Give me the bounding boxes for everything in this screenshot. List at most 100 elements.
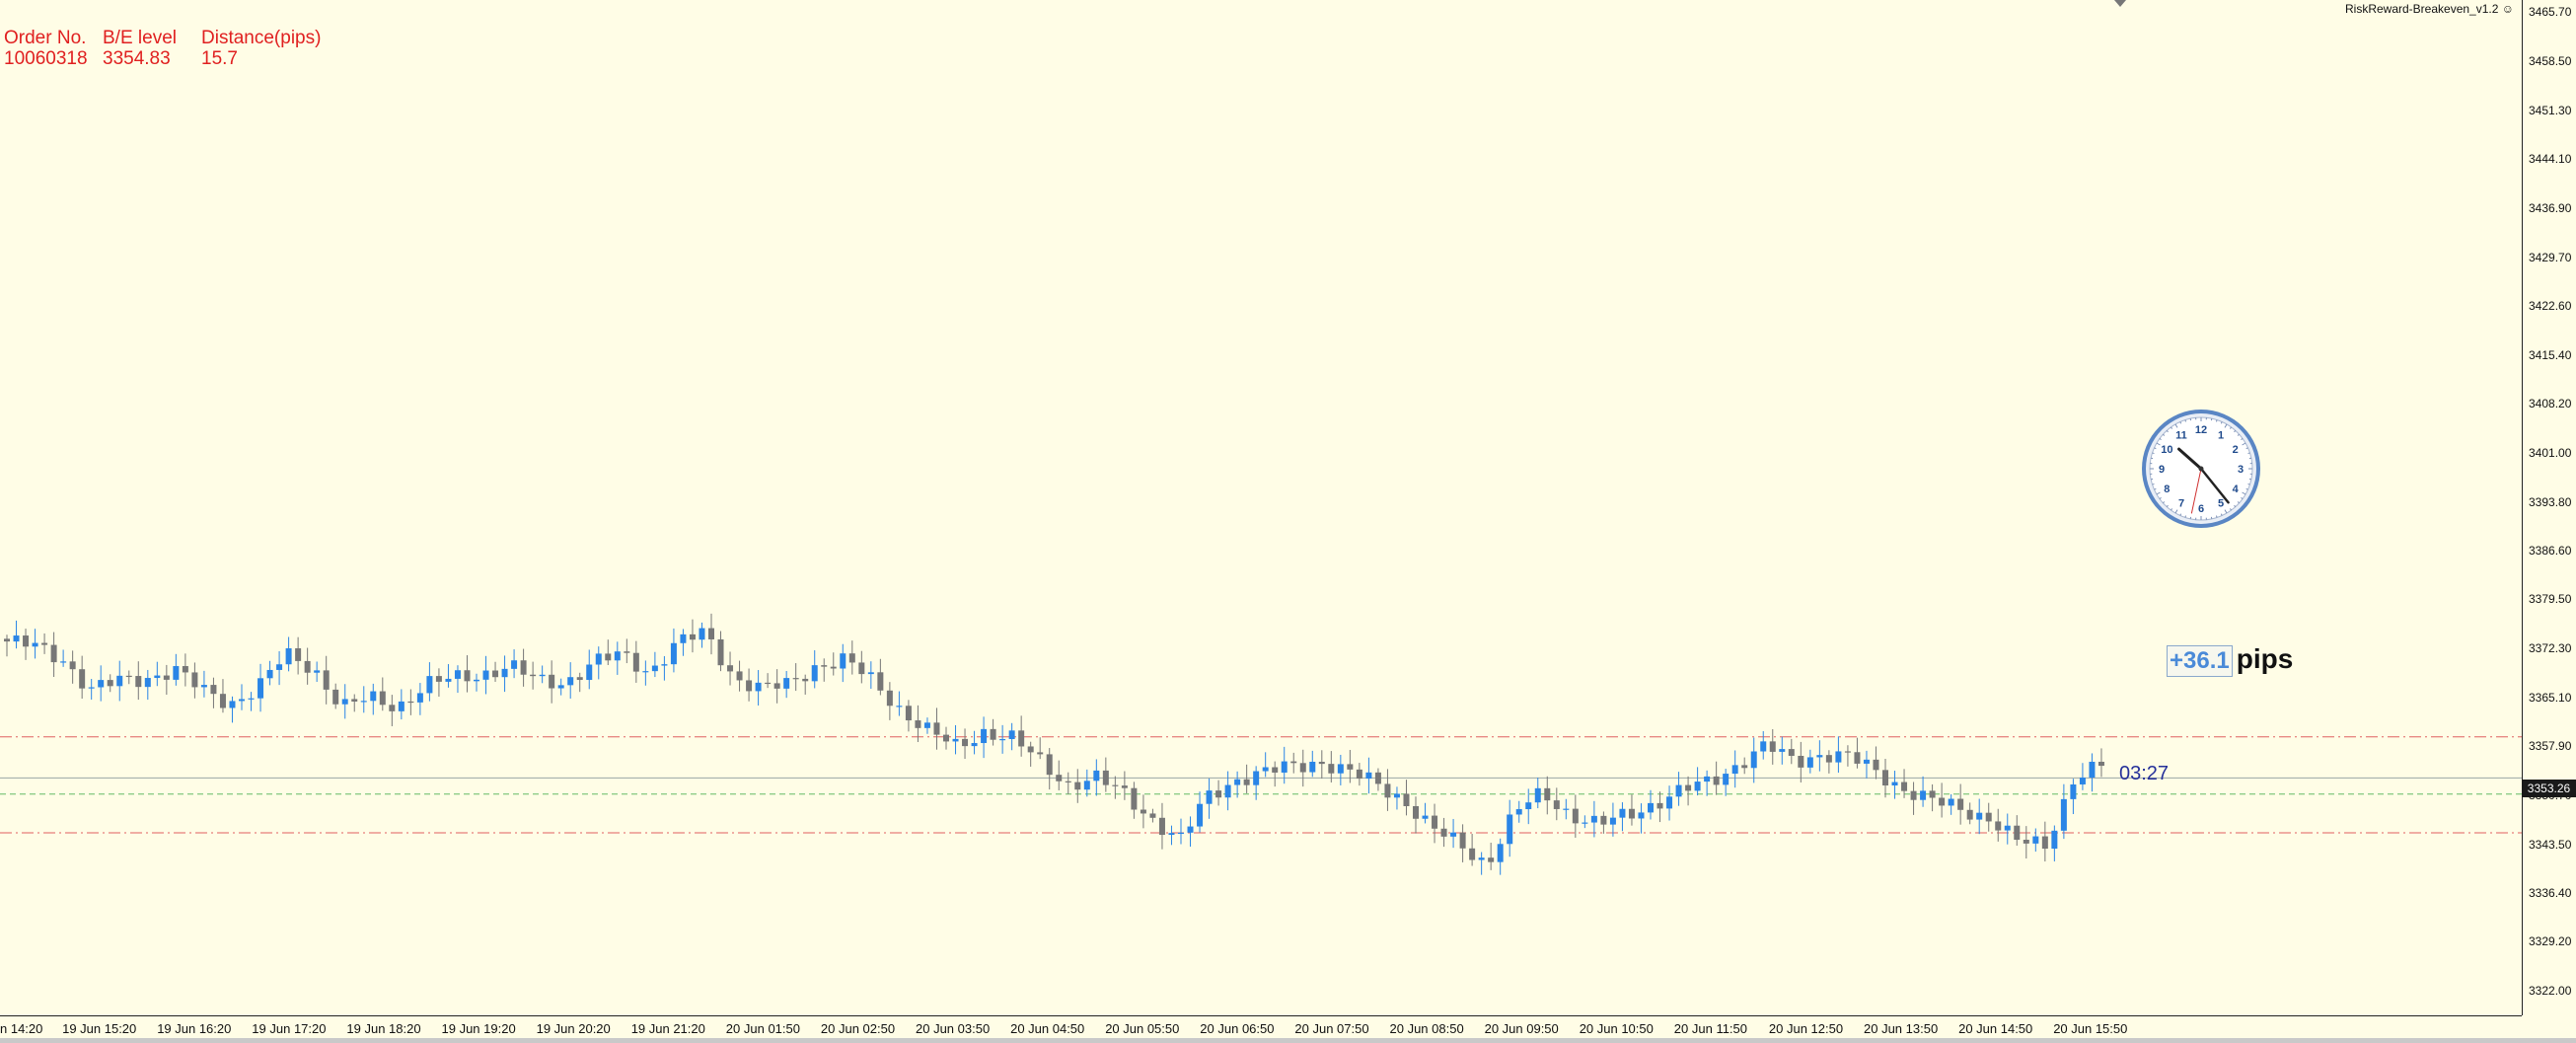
candle bbox=[1018, 715, 1025, 757]
candle bbox=[1450, 818, 1457, 849]
candle bbox=[717, 631, 724, 672]
candle bbox=[398, 689, 405, 720]
candle bbox=[323, 655, 330, 705]
candle bbox=[520, 648, 527, 687]
time-tick-label: 19 Jun 19:20 bbox=[441, 1021, 516, 1036]
price-tick-label: 3451.30 bbox=[2529, 103, 2572, 117]
horizontal-scrollbar[interactable] bbox=[0, 1038, 2576, 1043]
candle bbox=[811, 650, 818, 689]
candle bbox=[1806, 749, 1813, 774]
time-tick-label: n 14:20 bbox=[0, 1021, 43, 1036]
candle bbox=[1666, 785, 1673, 821]
candle bbox=[586, 649, 593, 690]
candle bbox=[1779, 736, 1786, 765]
candle bbox=[1074, 769, 1081, 803]
candle bbox=[107, 674, 113, 693]
candle bbox=[1741, 757, 1748, 775]
candle bbox=[765, 673, 772, 689]
candle bbox=[435, 668, 442, 698]
candle bbox=[407, 689, 414, 715]
candle bbox=[1224, 771, 1231, 811]
current-price-tag: 3353.26 bbox=[2522, 780, 2576, 797]
candle bbox=[1656, 791, 1663, 823]
candle bbox=[549, 660, 555, 704]
candle bbox=[1488, 842, 1495, 870]
candle bbox=[1816, 740, 1823, 772]
candle bbox=[1469, 834, 1476, 866]
candle bbox=[539, 665, 546, 684]
candle bbox=[416, 683, 423, 715]
candle bbox=[258, 663, 264, 712]
time-tick-label: 20 Jun 15:50 bbox=[2053, 1021, 2128, 1036]
be-level-value: 3354.83 bbox=[103, 48, 171, 69]
clock-tick bbox=[2247, 452, 2250, 455]
candle bbox=[1037, 737, 1044, 760]
candle bbox=[1515, 800, 1522, 823]
candle bbox=[239, 684, 245, 710]
indicator-name-label: RiskReward-Breakeven_v1.2 ☺ bbox=[2345, 2, 2514, 16]
price-tick-label: 3458.50 bbox=[2529, 54, 2572, 69]
time-tick-label: 19 Jun 16:20 bbox=[157, 1021, 232, 1036]
candle bbox=[163, 664, 170, 696]
price-tick-label: 3322.00 bbox=[2529, 984, 2572, 999]
candle bbox=[2070, 779, 2077, 814]
time-tick-label: 20 Jun 06:50 bbox=[1200, 1021, 1275, 1036]
candle bbox=[1675, 772, 1682, 806]
pips-value: +36.1 bbox=[2167, 645, 2233, 677]
clock-numeral: 9 bbox=[2159, 464, 2165, 476]
candle bbox=[248, 692, 255, 711]
price-tick-label: 3465.70 bbox=[2529, 5, 2572, 20]
candle bbox=[1873, 746, 1879, 780]
order-no-header: Order No. bbox=[4, 28, 87, 48]
candle bbox=[802, 674, 809, 695]
candle bbox=[191, 662, 198, 699]
candle bbox=[1206, 778, 1213, 819]
candle bbox=[1318, 750, 1325, 780]
candle bbox=[1835, 736, 1842, 774]
candle bbox=[1920, 776, 1927, 807]
candle bbox=[783, 670, 790, 699]
candle bbox=[1760, 731, 1767, 760]
price-tick-label: 3343.50 bbox=[2529, 837, 2572, 852]
candle bbox=[1102, 757, 1109, 792]
candle bbox=[1272, 761, 1279, 787]
candle bbox=[821, 658, 828, 682]
candle bbox=[341, 684, 348, 719]
candle bbox=[1093, 759, 1100, 796]
candle bbox=[332, 683, 339, 709]
time-tick-label: 20 Jun 11:50 bbox=[1673, 1021, 1748, 1036]
candle bbox=[952, 724, 959, 755]
candle bbox=[2051, 825, 2058, 861]
candle bbox=[1262, 752, 1269, 778]
candle bbox=[144, 669, 151, 701]
candle bbox=[2041, 821, 2048, 862]
clock-numeral: 6 bbox=[2198, 503, 2204, 515]
clock-numeral: 3 bbox=[2238, 464, 2244, 476]
candle bbox=[1619, 802, 1626, 832]
time-tick-label: 19 Jun 21:20 bbox=[630, 1021, 705, 1036]
price-tick-label: 3429.70 bbox=[2529, 250, 2572, 264]
candle bbox=[1422, 802, 1429, 824]
clock-tick bbox=[2215, 515, 2218, 518]
candle bbox=[905, 700, 912, 732]
candle bbox=[1393, 786, 1400, 810]
price-tick-label: 3365.10 bbox=[2529, 690, 2572, 705]
candle bbox=[867, 661, 874, 690]
candle bbox=[595, 646, 602, 680]
candle bbox=[1939, 782, 1946, 818]
candle bbox=[2014, 815, 2021, 847]
distance-header: Distance(pips) bbox=[201, 28, 322, 48]
candle bbox=[276, 650, 283, 686]
candle bbox=[154, 661, 161, 687]
candle bbox=[1750, 737, 1757, 783]
candle bbox=[266, 660, 273, 686]
candle bbox=[1929, 783, 1936, 812]
candle bbox=[1590, 800, 1597, 838]
candle bbox=[125, 670, 132, 685]
candle bbox=[530, 661, 537, 690]
order-no-value: 10060318 bbox=[4, 48, 88, 69]
chart-shift-marker-icon[interactable] bbox=[2113, 0, 2127, 8]
candle bbox=[1197, 791, 1204, 833]
time-tick-label: 20 Jun 04:50 bbox=[1010, 1021, 1085, 1036]
clock-numeral: 5 bbox=[2218, 498, 2224, 510]
